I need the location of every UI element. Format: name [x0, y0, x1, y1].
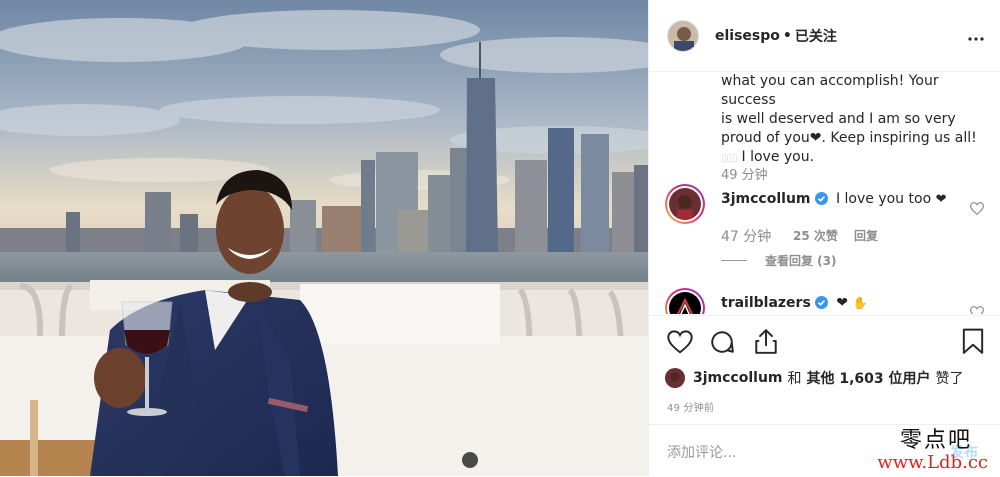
- comment-text: I love you too: [835, 191, 932, 207]
- following-button[interactable]: 已关注: [795, 26, 837, 46]
- like-comment-heart-icon[interactable]: [969, 200, 985, 219]
- comment-text: ❤︎: [836, 295, 848, 311]
- commenter-avatar[interactable]: [665, 288, 705, 314]
- reply-button[interactable]: 回复: [854, 227, 878, 244]
- comment-likes[interactable]: 25 次赞: [793, 227, 838, 244]
- post-header: elisespo • 已关注: [649, 0, 1000, 72]
- likes-others[interactable]: 其他 1,603 位用户: [807, 368, 931, 388]
- comment-username[interactable]: trailblazers: [721, 295, 811, 311]
- likes-and: 和: [787, 371, 802, 387]
- likes-summary: 3jmccollum 和 其他 1,603 位用户 赞了: [665, 368, 964, 388]
- add-comment-input[interactable]: 添加评论...: [667, 442, 736, 462]
- hidden-emoji-icon: ▯▯▯: [721, 153, 738, 164]
- replies-divider: [721, 260, 747, 261]
- liker-avatar[interactable]: [665, 368, 685, 388]
- author-avatar[interactable]: [667, 19, 699, 52]
- likes-suffix: 赞了: [935, 371, 964, 387]
- share-icon[interactable]: [753, 328, 779, 359]
- view-replies-button[interactable]: 查看回复 (3): [765, 252, 837, 269]
- bookmark-icon[interactable]: [962, 328, 984, 359]
- caption-line: proud of you❤︎. Keep inspiring us all!: [721, 130, 977, 146]
- watermark-title: 零点吧: [899, 428, 972, 453]
- post-photo[interactable]: [0, 0, 648, 476]
- verified-badge-icon: [814, 192, 828, 211]
- hearts-emoji-icon: ❤︎: [935, 192, 947, 207]
- commenter-avatar[interactable]: [665, 184, 705, 224]
- like-heart-icon[interactable]: [667, 330, 693, 358]
- post-actions: [649, 315, 1000, 366]
- post-timestamp[interactable]: 49 分钟前: [667, 399, 714, 414]
- caption-line: is well deserved and I am so very: [721, 111, 956, 127]
- author-username[interactable]: elisespo: [715, 28, 780, 44]
- caption-text: what you can accomplish! Your success is…: [721, 72, 986, 168]
- like-comment-heart-icon[interactable]: [969, 304, 985, 314]
- comment-username[interactable]: 3jmccollum: [721, 191, 811, 207]
- caption-time: 49 分钟: [721, 168, 768, 183]
- header-separator: •: [782, 27, 792, 44]
- photo-image: [0, 0, 648, 476]
- liker-username[interactable]: 3jmccollum: [693, 370, 783, 386]
- clap-emoji-icon: ✋: [852, 296, 868, 310]
- post-sidebar: elisespo • 已关注 what you can accomplish! …: [648, 0, 1000, 476]
- verified-badge-icon: [814, 296, 828, 314]
- comment-time: 47 分钟: [721, 229, 772, 245]
- more-horizontal-icon[interactable]: [968, 25, 984, 46]
- comments-list[interactable]: what you can accomplish! Your success is…: [649, 72, 1000, 314]
- watermark-url: www.Ldb.cc: [877, 452, 988, 473]
- comment-bubble-icon[interactable]: [709, 329, 735, 359]
- comment-body: trailblazers ❤︎ ✋: [721, 294, 986, 314]
- comment-body: 3jmccollum I love you too ❤︎: [721, 190, 986, 211]
- caption-line: what you can accomplish! Your success: [721, 73, 939, 108]
